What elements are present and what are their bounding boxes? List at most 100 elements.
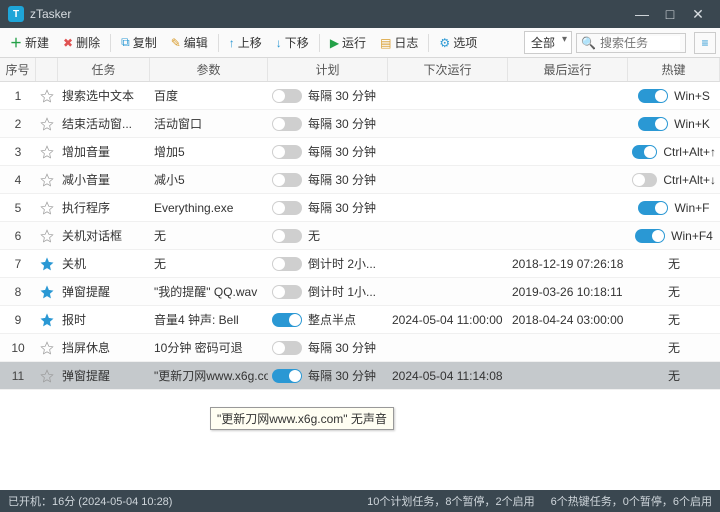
cell-plan: 每隔 30 分钟 [268,199,388,216]
table-row[interactable]: 4减小音量减小5每隔 30 分钟Ctrl+Alt+↓ [0,166,720,194]
movedown-button[interactable]: ↓下移 [270,31,315,54]
enable-toggle[interactable] [272,201,302,215]
minimize-button[interactable]: — [628,6,656,22]
header-star[interactable] [36,58,58,81]
enable-toggle[interactable] [272,341,302,355]
arrow-up-icon: ↑ [229,36,235,50]
search-input[interactable] [600,36,680,50]
star-toggle[interactable] [36,341,58,355]
cell-hotkey: Win+S [628,89,720,103]
star-icon [40,145,54,159]
table-row[interactable]: 10挡屏休息10分钟 密码可退每隔 30 分钟无 [0,334,720,362]
cell-plan: 无 [268,227,388,244]
cell-param: "我的提醒" QQ.wav [150,283,268,300]
enable-toggle[interactable] [272,313,302,327]
star-toggle[interactable] [36,201,58,215]
cell-hotkey: Win+F [628,201,720,215]
table-row[interactable]: 7关机无倒计时 2小...2018-12-19 07:26:18无 [0,250,720,278]
cell-index: 11 [0,369,36,383]
new-button[interactable]: ＋新建 [4,31,55,54]
copy-button[interactable]: ⧉复制 [115,31,163,54]
search-icon: 🔍 [581,36,596,50]
enable-toggle[interactable] [272,285,302,299]
options-button[interactable]: ⚙选项 [433,31,483,54]
header-param[interactable]: 参数 [150,58,268,81]
hotkey-toggle[interactable] [632,145,657,159]
maximize-button[interactable]: □ [656,6,684,22]
app-logo-icon: T [8,6,24,22]
star-toggle[interactable] [36,257,58,271]
cell-hotkey: 无 [628,283,720,300]
star-toggle[interactable] [36,369,58,383]
edit-icon: ✎ [171,36,181,50]
cell-plan: 整点半点 [268,311,388,328]
column-headers: 序号 任务 参数 计划 下次运行 最后运行 热键 [0,58,720,82]
titlebar: T zTasker — □ ✕ [0,0,720,28]
enable-toggle[interactable] [272,173,302,187]
star-toggle[interactable] [36,285,58,299]
cell-index: 10 [0,341,36,355]
table-row[interactable]: 2结束活动窗...活动窗口每隔 30 分钟Win+K [0,110,720,138]
cell-task: 弹窗提醒 [58,283,150,300]
cell-task: 挡屏休息 [58,339,150,356]
cell-hotkey: Ctrl+Alt+↓ [628,173,720,187]
cell-param: Everything.exe [150,201,268,215]
gear-icon: ⚙ [439,36,450,50]
star-toggle[interactable] [36,89,58,103]
hotkey-toggle[interactable] [638,117,668,131]
cell-task: 报时 [58,311,150,328]
hotkey-toggle[interactable] [635,229,665,243]
enable-toggle[interactable] [272,229,302,243]
edit-button[interactable]: ✎编辑 [165,31,214,54]
header-plan[interactable]: 计划 [268,58,388,81]
cell-index: 4 [0,173,36,187]
cell-plan: 每隔 30 分钟 [268,143,388,160]
hotkey-toggle[interactable] [638,89,668,103]
hotkey-toggle[interactable] [632,173,657,187]
cell-param: 10分钟 密码可退 [150,339,268,356]
header-next[interactable]: 下次运行 [388,58,508,81]
cell-last: 2018-04-24 03:00:00 [508,313,628,327]
table-row[interactable]: 8弹窗提醒"我的提醒" QQ.wav倒计时 1小...2019-03-26 10… [0,278,720,306]
list-view-toggle[interactable]: ≡ [694,32,716,54]
table-row[interactable]: 1搜索选中文本百度每隔 30 分钟Win+S [0,82,720,110]
enable-toggle[interactable] [272,257,302,271]
close-button[interactable]: ✕ [684,6,712,23]
star-icon [40,229,54,243]
cell-index: 1 [0,89,36,103]
filter-select[interactable]: 全部 [524,31,572,54]
plus-icon: ＋ [10,34,22,51]
star-toggle[interactable] [36,313,58,327]
table-row[interactable]: 9报时音量4 钟声: Bell整点半点2024-05-04 11:00:0020… [0,306,720,334]
enable-toggle[interactable] [272,89,302,103]
cell-task: 执行程序 [58,199,150,216]
enable-toggle[interactable] [272,145,302,159]
cell-last: 2019-03-26 10:18:11 [508,285,628,299]
cell-hotkey: Win+K [628,117,720,131]
header-hotkey[interactable]: 热键 [628,58,720,81]
cell-plan: 倒计时 1小... [268,283,388,300]
star-toggle[interactable] [36,117,58,131]
table-row[interactable]: 11弹窗提醒"更新刀网www.x6g.com" 无声音每隔 30 分钟2024-… [0,362,720,390]
hotkey-toggle[interactable] [638,201,668,215]
header-index[interactable]: 序号 [0,58,36,81]
header-last[interactable]: 最后运行 [508,58,628,81]
log-button[interactable]: ▤日志 [374,31,424,54]
search-box[interactable]: 🔍 [576,33,686,53]
table-row[interactable]: 5执行程序Everything.exe每隔 30 分钟Win+F [0,194,720,222]
enable-toggle[interactable] [272,117,302,131]
star-toggle[interactable] [36,229,58,243]
moveup-button[interactable]: ↑上移 [223,31,268,54]
run-button[interactable]: ▶运行 [324,31,372,54]
header-task[interactable]: 任务 [58,58,150,81]
toolbar: ＋新建 ✖删除 ⧉复制 ✎编辑 ↑上移 ↓下移 ▶运行 ▤日志 ⚙选项 全部 🔍… [0,28,720,58]
delete-button[interactable]: ✖删除 [57,31,106,54]
cell-next: 2024-05-04 11:14:08 [388,369,508,383]
table-row[interactable]: 6关机对话框无无Win+F4 [0,222,720,250]
cell-param: 无 [150,255,268,272]
enable-toggle[interactable] [272,369,302,383]
star-toggle[interactable] [36,145,58,159]
star-toggle[interactable] [36,173,58,187]
table-row[interactable]: 3增加音量增加5每隔 30 分钟Ctrl+Alt+↑ [0,138,720,166]
cell-plan: 每隔 30 分钟 [268,171,388,188]
